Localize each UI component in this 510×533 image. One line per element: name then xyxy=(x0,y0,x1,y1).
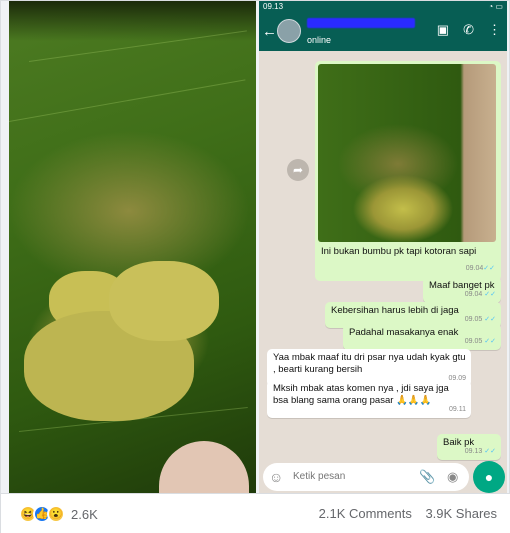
message-time: 09.11 xyxy=(449,406,466,413)
message-input[interactable] xyxy=(293,471,403,482)
food-photo[interactable] xyxy=(9,1,256,493)
phone-icon[interactable]: ✆ xyxy=(463,22,474,38)
message-time: 09.05 ✓✓ xyxy=(464,338,496,345)
message-bubble[interactable]: Baik pk 09.13 ✓✓ xyxy=(437,434,501,460)
camera-icon[interactable]: ◉ xyxy=(447,469,458,485)
emoji-icon[interactable]: ☺ xyxy=(269,469,283,485)
arrow-left-icon[interactable]: ← xyxy=(262,23,277,40)
mic-icon[interactable]: ● xyxy=(473,461,505,493)
video-call-icon[interactable]: ▣ xyxy=(437,22,449,38)
image-caption: Ini bukan bumbu pk tapi kotoran sapi xyxy=(321,246,477,257)
chat-area: ➦ Ini bukan bumbu pk tapi kotoran sapi 0… xyxy=(259,51,507,460)
status-bar: 09.13 ◔ ▭ xyxy=(259,1,507,13)
message-time: 09.04✓✓ xyxy=(464,291,496,298)
paperclip-icon[interactable]: 📎 xyxy=(419,469,435,485)
message-time: 09.04✓✓ xyxy=(465,265,495,272)
comments-link[interactable]: 2.1K Comments xyxy=(319,506,412,521)
status-indicators: ◔ ▭ xyxy=(488,2,503,11)
reaction-count: 2.6K xyxy=(71,506,98,522)
whatsapp-screenshot: 09.13 ◔ ▭ ← online ▣ ✆ ⋮ ➦ Ini bukan bum… xyxy=(259,1,507,493)
avatar[interactable] xyxy=(277,19,301,43)
message-bubble[interactable]: Mksih mbak atas komen nya , jdi saya jga… xyxy=(267,380,471,418)
reactions-summary[interactable]: 😆 👍 😮 2.6K xyxy=(19,505,98,523)
image-message[interactable]: Ini bukan bumbu pk tapi kotoran sapi 09.… xyxy=(315,61,501,281)
post-stats: 2.1K Comments 3.9K Shares xyxy=(309,506,497,521)
post-footer: 😆 👍 😮 2.6K 2.1K Comments 3.9K Shares xyxy=(1,493,510,533)
chicken-piece xyxy=(109,261,219,341)
contact-status: online xyxy=(307,35,332,45)
finger xyxy=(159,441,249,493)
message-text: Mksih mbak atas komen nya , jdi saya jga… xyxy=(273,383,449,406)
chat-header: ← online ▣ ✆ ⋮ xyxy=(259,13,507,51)
message-text: Kebersihan harus lebih di jaga xyxy=(331,305,459,316)
forward-icon[interactable]: ➦ xyxy=(287,159,309,181)
contact-name-redacted xyxy=(307,18,415,28)
more-vertical-icon[interactable]: ⋮ xyxy=(488,22,501,38)
message-bubble[interactable]: Maaf banget pk 09.04 ✓✓ xyxy=(423,277,501,303)
message-bubble[interactable]: Padahal masakanya enak 09.05 ✓✓ xyxy=(343,324,501,350)
message-input-container: ☺ 📎 ◉ xyxy=(263,463,469,491)
facebook-post: 09.13 ◔ ▭ ← online ▣ ✆ ⋮ ➦ Ini bukan bum… xyxy=(0,0,510,533)
wow-reaction-icon: 😮 xyxy=(47,505,65,523)
shares-link[interactable]: 3.9K Shares xyxy=(425,506,497,521)
message-time: 09.13 ✓✓ xyxy=(464,448,496,455)
message-text: Yaa mbak maaf itu dri psar nya udah kyak… xyxy=(273,352,466,375)
message-input-bar: ☺ 📎 ◉ ● xyxy=(259,459,507,493)
leaf-vein xyxy=(9,79,246,122)
message-text: Padahal masakanya enak xyxy=(349,327,459,338)
status-time: 09.13 xyxy=(263,2,284,11)
header-actions: ▣ ✆ ⋮ xyxy=(437,22,501,38)
message-image[interactable] xyxy=(318,64,496,242)
